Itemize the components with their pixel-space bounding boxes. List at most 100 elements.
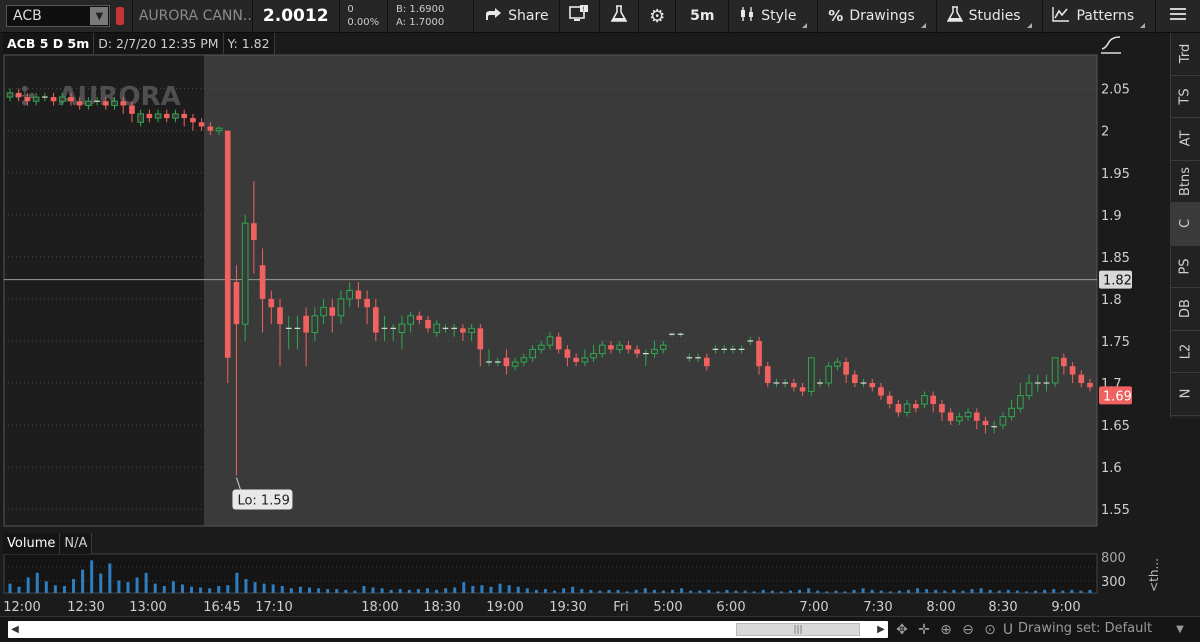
candle-body-down (1078, 374, 1085, 384)
zoom-in-icon[interactable]: ⊕ (936, 621, 956, 638)
tab-ps[interactable]: PS (1171, 246, 1200, 288)
menu-corner-icon (1026, 22, 1032, 28)
candle-body-up (320, 306, 327, 317)
zoom-reset-icon[interactable]: ⊙ (980, 621, 1000, 638)
hamburger-icon (1169, 7, 1186, 25)
volume-bar (1061, 590, 1065, 593)
price-axis-settings-icon[interactable] (1100, 36, 1122, 54)
volume-bar (1079, 590, 1083, 593)
volume-bar (988, 589, 992, 593)
candle-body-down (843, 361, 849, 375)
candle-body-down (259, 265, 266, 299)
candle-body-down (555, 336, 562, 350)
tab-l2[interactable]: L2 (1171, 331, 1200, 373)
volume-bar (525, 588, 529, 593)
drawing-set-label[interactable]: Drawing set: Default (1018, 621, 1170, 638)
volume-bar (135, 577, 139, 593)
tab-at[interactable]: AT (1171, 118, 1200, 161)
drawings-button[interactable]: % Drawings (818, 0, 936, 33)
candle-body-down (120, 101, 127, 106)
move-crosshair-icon[interactable]: ✥ (892, 621, 912, 638)
magnet-icon[interactable]: ᑌ (998, 621, 1018, 638)
volume-value: N/A (60, 533, 93, 554)
candle-body-down (146, 113, 153, 119)
x-tick-label: 18:30 (423, 600, 460, 615)
volume-bar (707, 589, 711, 593)
tab-label: DB (1178, 299, 1193, 319)
flask-button[interactable] (600, 0, 638, 33)
gear-icon: ⚙ (649, 5, 666, 27)
menu-button[interactable] (1156, 0, 1200, 33)
candle-body-up (598, 344, 606, 355)
candle-body-down (207, 126, 214, 131)
volume-tick-label: 300 (1101, 575, 1126, 590)
candle-body-down (372, 307, 379, 333)
price-chart[interactable]: AURORA✣ 2.0521.951.91.851.81.751.71.651.… (0, 33, 1170, 618)
candle-body-down (878, 387, 884, 396)
candle-body-down (634, 349, 640, 354)
candle-body-down (886, 395, 893, 405)
notes-button[interactable]: ! (559, 0, 599, 33)
studies-button[interactable]: Studies (937, 0, 1042, 33)
scroll-left-icon[interactable]: ◀ (8, 621, 22, 638)
style-button[interactable]: Style (729, 0, 817, 33)
volume-bar (126, 582, 130, 593)
chart-title: ACB 5 D 5m (3, 33, 95, 54)
x-tick-label: 9:00 (1051, 600, 1080, 615)
company-name: AURORA CANN... (138, 8, 253, 24)
tab-btns[interactable]: Btns (1171, 161, 1200, 203)
volume-bar (716, 591, 720, 593)
candle-body-down (764, 366, 771, 384)
volume-bar (53, 585, 57, 593)
symbol-input[interactable]: ACB ▼ (6, 5, 111, 27)
bid-ask-box: B: 1.6900 A: 1.7000 (388, 3, 473, 29)
volume-bar (888, 591, 892, 593)
patterns-button[interactable]: Patterns (1042, 0, 1155, 33)
scrollbar-thumb[interactable]: ||| (736, 623, 860, 636)
volume-bar (571, 586, 575, 593)
chevron-down-icon[interactable]: ▼ (90, 7, 109, 25)
x-tick-label: Fri (613, 600, 629, 615)
volume-tick-label: 800 (1101, 551, 1126, 566)
volume-bar (380, 588, 384, 593)
y-tick-label: 1.8 (1101, 293, 1122, 308)
time-scrollbar[interactable]: ◀ ||| ▶ (8, 621, 888, 638)
volume-bar (444, 588, 448, 593)
candle-body-down (503, 357, 510, 367)
zoom-out-icon[interactable]: ⊖ (958, 621, 978, 638)
scroll-right-icon[interactable]: ▶ (874, 621, 888, 638)
right-collapse-tab[interactable]: <th... (1140, 555, 1168, 595)
timeframe-button[interactable]: 5m (676, 0, 728, 33)
candle-body-up (807, 357, 815, 392)
volume-bar (480, 585, 484, 593)
volume-bar (680, 588, 684, 593)
volume-bar (26, 577, 30, 593)
share-button[interactable]: Share (474, 0, 558, 33)
volume-bar (35, 572, 39, 593)
candle-body-down (982, 420, 989, 426)
tab-db[interactable]: DB (1171, 288, 1200, 331)
tab-ts[interactable]: TS (1171, 76, 1200, 118)
candle-body-up (520, 357, 528, 363)
volume-bar (861, 588, 865, 593)
candlestick-icon (739, 6, 755, 26)
candle-body-up (215, 127, 223, 132)
candle-body-down (973, 412, 980, 421)
candle-body-up (111, 100, 118, 106)
candle-body-down (1069, 366, 1076, 375)
volume-bar (208, 588, 212, 593)
volume-bar (1052, 589, 1056, 593)
candle-body-down (15, 92, 22, 98)
tab-trd[interactable]: Trd (1171, 33, 1200, 76)
chevron-down-icon[interactable]: ▼ (1170, 621, 1190, 638)
volume-bar (952, 589, 956, 593)
tab-c[interactable]: C (1171, 203, 1200, 246)
candle-body-down (703, 357, 710, 367)
volume-bar (471, 586, 475, 593)
tab-n[interactable]: N (1171, 373, 1200, 416)
settings-button[interactable]: ⚙ (639, 0, 675, 33)
pan-icon[interactable]: ✛ (914, 621, 934, 638)
volume-bar (17, 586, 21, 593)
volume-bar (153, 583, 157, 593)
link-color-icon[interactable] (116, 7, 124, 25)
